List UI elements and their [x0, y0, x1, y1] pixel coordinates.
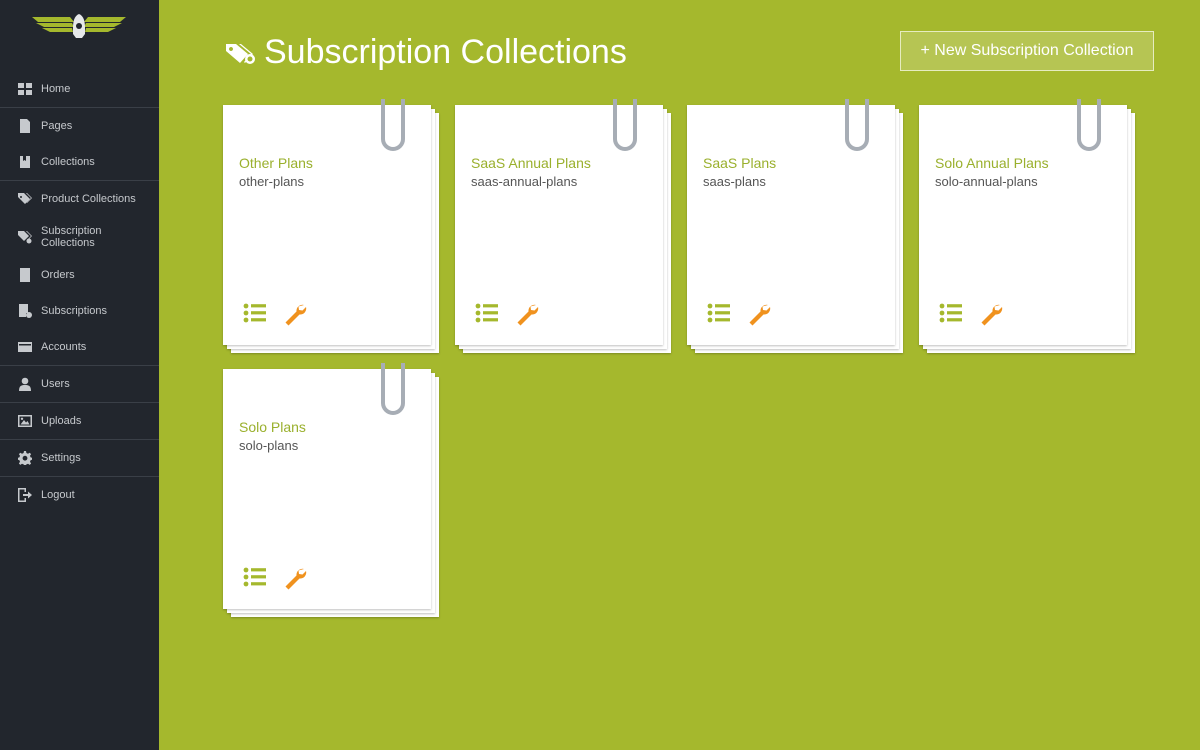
orders-icon: [18, 268, 32, 282]
wrench-icon[interactable]: [979, 302, 1003, 326]
sidebar-item-label: Collections: [41, 156, 95, 168]
card-slug: solo-plans: [239, 438, 299, 453]
wrench-icon[interactable]: [515, 302, 539, 326]
sidebar-item-uploads[interactable]: Uploads: [0, 402, 159, 439]
card-slug: other-plans: [239, 174, 305, 189]
subscription-tags-icon: [226, 38, 258, 66]
list-icon[interactable]: [475, 303, 499, 323]
sidebar-item-label: Accounts: [41, 341, 87, 353]
card-title[interactable]: Other Plans: [239, 155, 313, 171]
sidebar-item-subscriptions[interactable]: Subscriptions: [0, 293, 159, 329]
sidebar-item-logout[interactable]: Logout: [0, 476, 159, 513]
card-title[interactable]: Solo Annual Plans: [935, 155, 1049, 171]
sidebar-item-label: Product Collections: [41, 193, 136, 205]
sidebar-item-label: Subscription Collections: [41, 225, 102, 249]
card-title[interactable]: Solo Plans: [239, 419, 306, 435]
card-sheet: Solo Plans solo-plans: [223, 363, 431, 609]
credit-card-icon: [18, 340, 32, 354]
paperclip-icon: [381, 99, 405, 151]
wrench-icon[interactable]: [283, 302, 307, 326]
collection-card[interactable]: SaaS Plans saas-plans: [687, 99, 903, 355]
sidebar-item-product-collections[interactable]: Product Collections: [0, 180, 159, 217]
logout-icon: [18, 488, 32, 502]
list-icon[interactable]: [243, 303, 267, 323]
paperclip-icon: [381, 363, 405, 415]
sidebar-item-accounts[interactable]: Accounts: [0, 329, 159, 365]
logo-icon[interactable]: [30, 14, 128, 38]
card-slug: saas-annual-plans: [471, 174, 578, 189]
collection-card[interactable]: Solo Annual Plans solo-annual-plans: [919, 99, 1135, 355]
card-sheet: SaaS Annual Plans saas-annual-plans: [455, 99, 663, 345]
page-header: Subscription Collections: [226, 30, 627, 74]
sidebar-item-settings[interactable]: Settings: [0, 439, 159, 476]
page-title: Subscription Collections: [264, 32, 627, 71]
sidebar-nav: Home Pages Collections Product Collectio…: [0, 70, 159, 513]
sidebar-item-label: Logout: [41, 489, 75, 501]
new-subscription-collection-button[interactable]: + New Subscription Collection: [900, 31, 1154, 71]
home-icon: [18, 82, 32, 96]
sidebar: Home Pages Collections Product Collectio…: [0, 0, 159, 750]
tags-icon: [18, 192, 32, 206]
sidebar-item-home[interactable]: Home: [0, 70, 159, 107]
sidebar-item-orders[interactable]: Orders: [0, 257, 159, 293]
sidebar-item-label: Users: [41, 378, 70, 390]
subscription-tags-icon: [18, 230, 32, 244]
paperclip-icon: [613, 99, 637, 151]
collections-icon: [18, 155, 32, 169]
sidebar-item-label: Subscriptions: [41, 305, 108, 317]
collection-card[interactable]: SaaS Annual Plans saas-annual-plans: [455, 99, 671, 355]
list-icon[interactable]: [707, 303, 731, 323]
card-title[interactable]: SaaS Plans: [703, 155, 776, 171]
collection-card[interactable]: Other Plans other-plans: [223, 99, 439, 355]
subscriptions-icon: [18, 304, 32, 318]
card-sheet: Other Plans other-plans: [223, 99, 431, 345]
paperclip-icon: [1077, 99, 1101, 151]
collection-card[interactable]: Solo Plans solo-plans: [223, 363, 439, 619]
gear-icon: [18, 451, 32, 465]
sidebar-item-label: Pages: [41, 120, 73, 132]
sidebar-item-label: Uploads: [41, 415, 82, 427]
list-icon[interactable]: [243, 567, 267, 587]
sidebar-item-label: Orders: [41, 269, 75, 281]
sidebar-item-subscription-collections[interactable]: Subscription Collections: [0, 217, 159, 257]
user-icon: [18, 377, 32, 391]
sidebar-item-label: Home: [41, 82, 71, 95]
image-icon: [18, 414, 32, 428]
card-slug: solo-annual-plans: [935, 174, 1038, 189]
list-icon[interactable]: [939, 303, 963, 323]
card-slug: saas-plans: [703, 174, 766, 189]
sidebar-item-label: Settings: [41, 452, 81, 464]
card-sheet: Solo Annual Plans solo-annual-plans: [919, 99, 1127, 345]
sidebar-item-users[interactable]: Users: [0, 365, 159, 402]
sidebar-item-collections[interactable]: Collections: [0, 144, 159, 180]
paperclip-icon: [845, 99, 869, 151]
wrench-icon[interactable]: [747, 302, 771, 326]
page-icon: [18, 119, 32, 133]
wrench-icon[interactable]: [283, 566, 307, 590]
card-sheet: SaaS Plans saas-plans: [687, 99, 895, 345]
card-title[interactable]: SaaS Annual Plans: [471, 155, 591, 171]
sidebar-item-pages[interactable]: Pages: [0, 107, 159, 144]
